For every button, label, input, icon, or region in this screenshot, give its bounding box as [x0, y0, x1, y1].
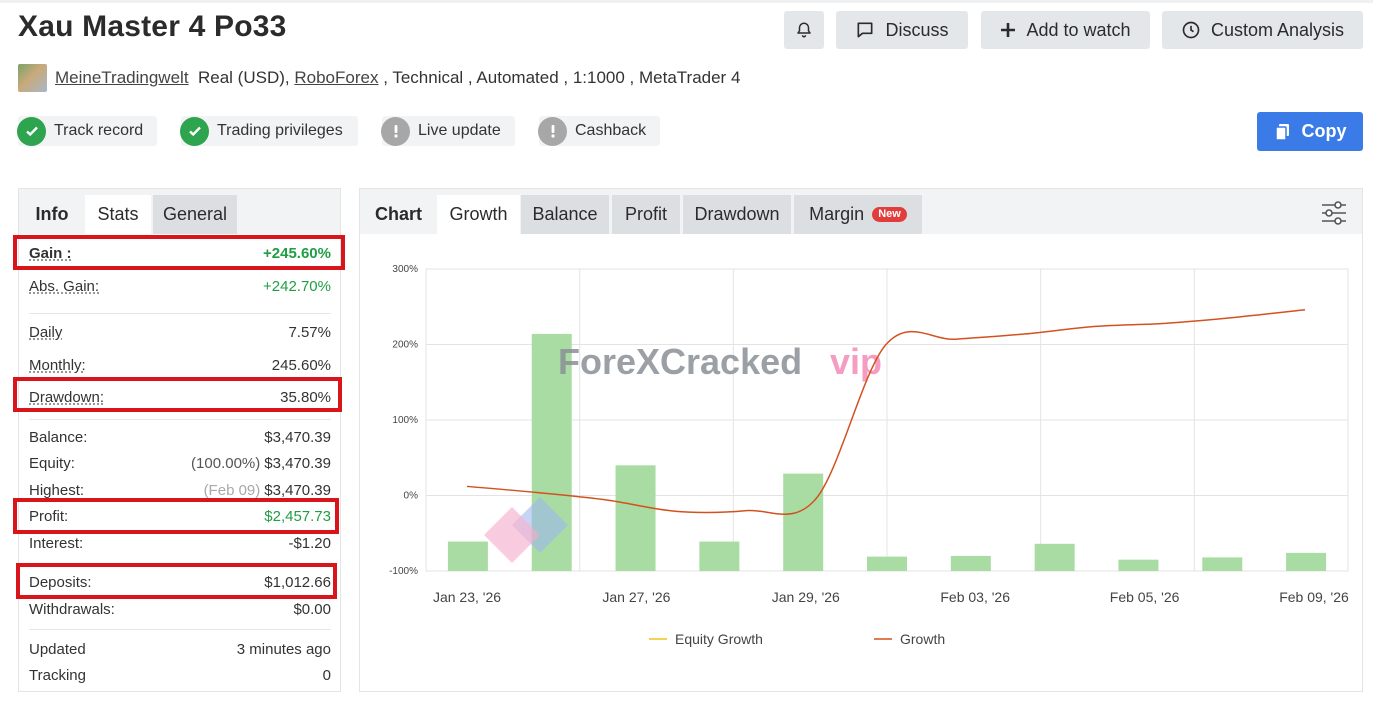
plus-icon	[1000, 22, 1016, 38]
discuss-button[interactable]: Discuss	[836, 11, 968, 49]
top-divider	[0, 0, 1373, 3]
check-icon	[180, 116, 209, 146]
y-tick-label: 100%	[392, 415, 418, 426]
stats-tabs: Info Stats General	[19, 189, 340, 234]
y-tick-label: 0%	[404, 491, 419, 502]
x-tick-label: Jan 23, '26	[433, 589, 501, 605]
add-to-watch-label: Add to watch	[1026, 19, 1131, 40]
check-icon	[17, 116, 46, 146]
discuss-label: Discuss	[885, 19, 949, 40]
stat-monthly: Monthly: 245.60%	[29, 357, 331, 374]
badge-label: Cashback	[575, 122, 647, 139]
new-badge: New	[872, 207, 907, 222]
tab-margin[interactable]: Margin New	[794, 195, 922, 234]
add-to-watch-button[interactable]: Add to watch	[981, 11, 1150, 49]
y-axis: 300% 200% 100% 0% -100%	[389, 264, 418, 577]
highlight-profit	[13, 498, 339, 534]
x-tick-label: Feb 03, '26	[940, 589, 1010, 605]
tab-drawdown[interactable]: Drawdown	[683, 195, 791, 234]
chart-panel: Chart Growth Balance Profit Drawdown Mar…	[359, 188, 1363, 692]
divider	[29, 313, 331, 314]
chat-icon	[855, 20, 875, 40]
tab-info: Info	[35, 204, 69, 224]
tab-margin-label: Margin	[809, 204, 865, 224]
page-title: Xau Master 4 Po33	[18, 10, 287, 43]
stat-equity: Equity: (100.00%) $3,470.39	[29, 455, 331, 472]
copy-label: Copy	[1301, 121, 1347, 141]
bell-icon	[795, 21, 813, 39]
y-tick-label: 200%	[392, 340, 418, 351]
legend-equity-growth: Equity Growth	[675, 631, 763, 647]
bar	[950, 555, 991, 571]
account-meta: MeineTradingwelt Real (USD), RoboForex ,…	[18, 64, 740, 92]
notification-button[interactable]	[784, 11, 824, 49]
stat-highest: Highest: (Feb 09) $3,470.39	[29, 482, 331, 499]
chart-settings-icon[interactable]	[1320, 200, 1348, 231]
watermark-suffix: vip	[830, 341, 882, 382]
stat-balance: Balance: $3,470.39	[29, 429, 331, 446]
stat-updated: Updated 3 minutes ago	[29, 641, 331, 658]
bar	[447, 541, 488, 571]
bar	[1286, 552, 1327, 571]
custom-analysis-label: Custom Analysis	[1210, 19, 1345, 40]
bar	[1202, 557, 1243, 571]
broker-link[interactable]: RoboForex	[294, 68, 378, 88]
chart-tabs-label: Chart	[374, 204, 422, 224]
tab-growth[interactable]: Growth	[437, 195, 520, 234]
highlight-gain	[13, 235, 345, 270]
x-tick-label: Jan 27, '26	[602, 589, 670, 605]
x-tick-label: Feb 09, '26	[1279, 589, 1349, 605]
highlight-drawdown	[13, 377, 342, 412]
account-details: , Technical , Automated , 1:1000 , MetaT…	[378, 68, 741, 87]
account-type: Real (USD),	[198, 68, 290, 87]
tab-general[interactable]: General	[153, 195, 237, 234]
divider	[29, 419, 331, 420]
badge-trading-privileges[interactable]: Trading privileges	[180, 116, 358, 146]
badge-live-update[interactable]: Live update	[381, 116, 515, 146]
stat-daily: Daily 7.57%	[29, 324, 331, 341]
stat-withdrawals: Withdrawals: $0.00	[29, 601, 331, 618]
clock-icon	[1181, 20, 1201, 40]
copy-icon	[1274, 123, 1292, 141]
x-tick-label: Feb 05, '26	[1110, 589, 1180, 605]
exclamation-icon	[538, 116, 567, 146]
badge-track-record[interactable]: Track record	[17, 116, 157, 146]
stat-abs-gain: Abs. Gain: +242.70%	[29, 278, 331, 295]
highlight-deposits	[16, 563, 337, 599]
tab-stats[interactable]: Stats	[85, 195, 151, 234]
bar	[615, 465, 656, 571]
y-tick-label: 300%	[392, 264, 418, 275]
chart-tabs: Chart Growth Balance Profit Drawdown Mar…	[360, 189, 1362, 234]
bar	[1118, 559, 1159, 571]
badge-label: Live update	[418, 122, 501, 139]
stat-interest: Interest: -$1.20	[29, 535, 331, 552]
exclamation-icon	[381, 116, 410, 146]
divider	[29, 629, 331, 630]
bar	[783, 473, 824, 571]
x-tick-label: Jan 29, '26	[772, 589, 840, 605]
avatar[interactable]	[18, 64, 47, 92]
growth-chart: 300% 200% 100% 0% -100% ForeXCracked vip Jan…	[389, 264, 1349, 647]
copy-button[interactable]: Copy	[1257, 112, 1363, 151]
bar	[699, 541, 740, 571]
tab-profit[interactable]: Profit	[612, 195, 680, 234]
username-link[interactable]: MeineTradingwelt	[55, 68, 189, 88]
bar	[1034, 543, 1075, 571]
x-axis: Jan 23, '26 Jan 27, '26 Jan 29, '26 Feb 03,…	[433, 589, 1349, 605]
legend-growth: Growth	[900, 631, 945, 647]
badge-label: Trading privileges	[217, 122, 343, 139]
watermark-text: ForeXCracked	[558, 341, 802, 382]
y-tick-label: -100%	[389, 566, 418, 577]
badge-label: Track record	[54, 122, 144, 139]
chart-legend: Equity Growth Growth	[649, 631, 945, 647]
custom-analysis-button[interactable]: Custom Analysis	[1162, 11, 1363, 49]
stat-tracking: Tracking 0	[29, 667, 331, 684]
badge-cashback[interactable]: Cashback	[538, 116, 660, 146]
bar	[867, 556, 907, 571]
tab-balance[interactable]: Balance	[521, 195, 609, 234]
